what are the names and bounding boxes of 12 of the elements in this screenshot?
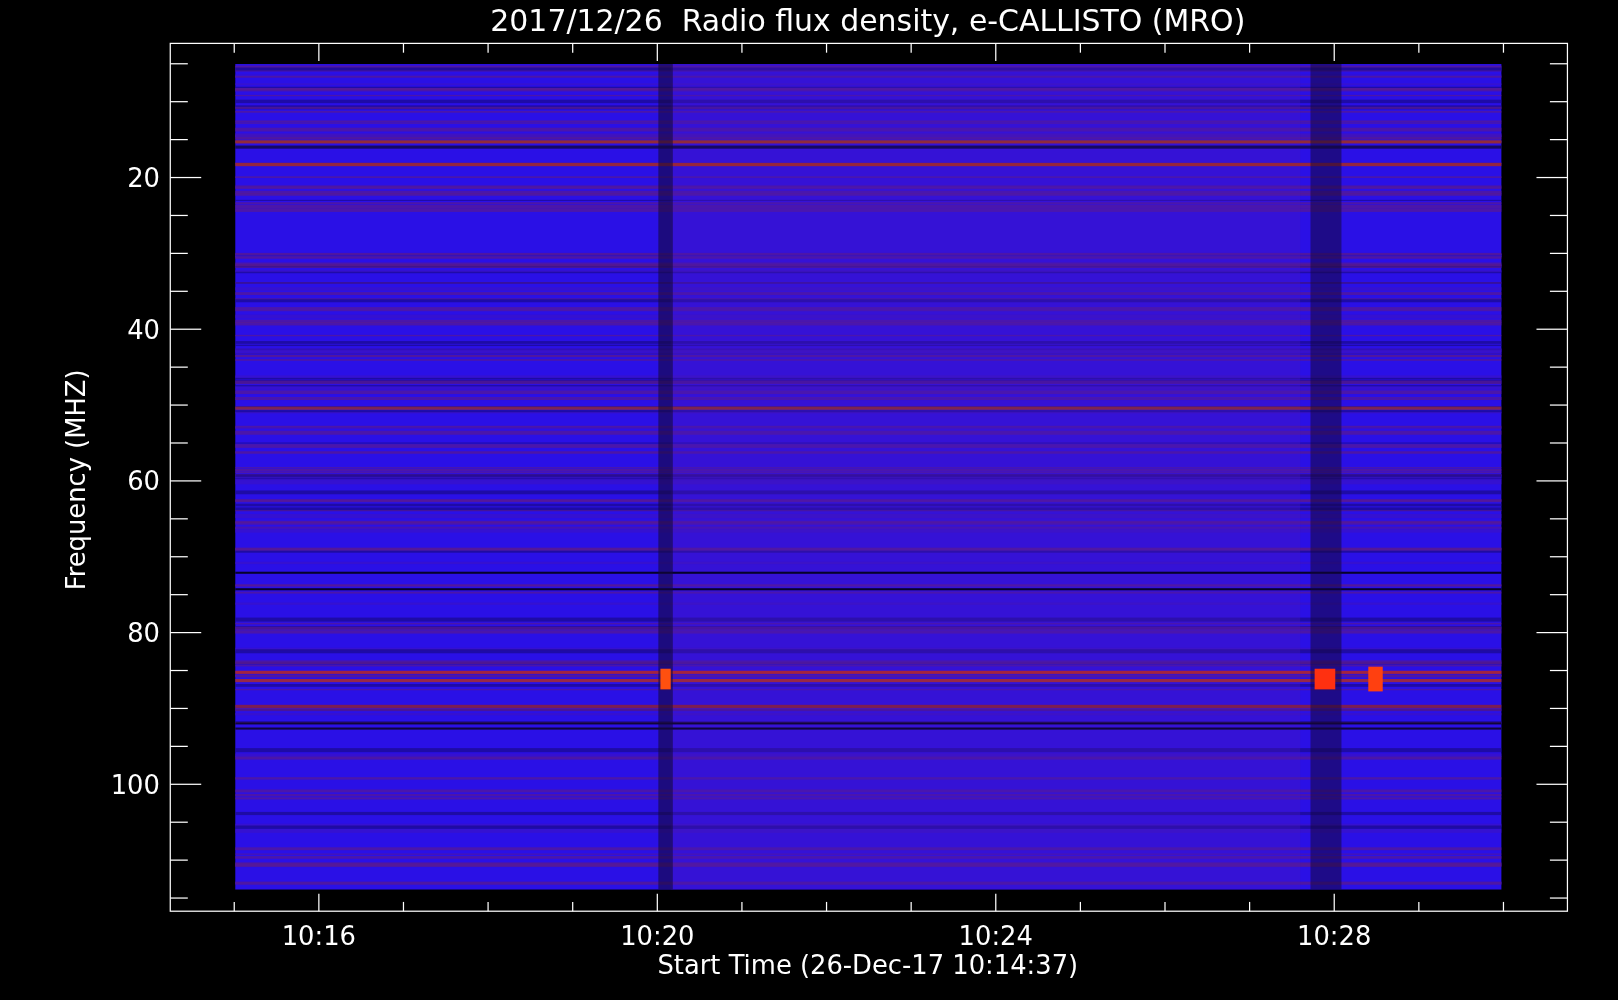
y-tick-label: 40 <box>127 314 160 345</box>
x-tick-label: 10:16 <box>281 921 356 952</box>
y-tick-label: 80 <box>127 617 160 648</box>
x-tick-label: 10:28 <box>1297 921 1372 952</box>
x-axis-label: Start Time (26-Dec-17 10:14:37) <box>657 950 1079 981</box>
y-tick-label: 100 <box>110 769 160 800</box>
chart-title: 2017/12/26 Radio flux density, e-CALLISTO (MRO) <box>490 3 1246 38</box>
x-tick-label: 10:20 <box>620 921 695 952</box>
y-tick-label: 60 <box>127 466 160 497</box>
y-tick-label: 20 <box>127 162 160 193</box>
y-axis-label: Frequency (MHZ) <box>60 369 91 591</box>
x-tick-label: 10:24 <box>958 921 1033 952</box>
